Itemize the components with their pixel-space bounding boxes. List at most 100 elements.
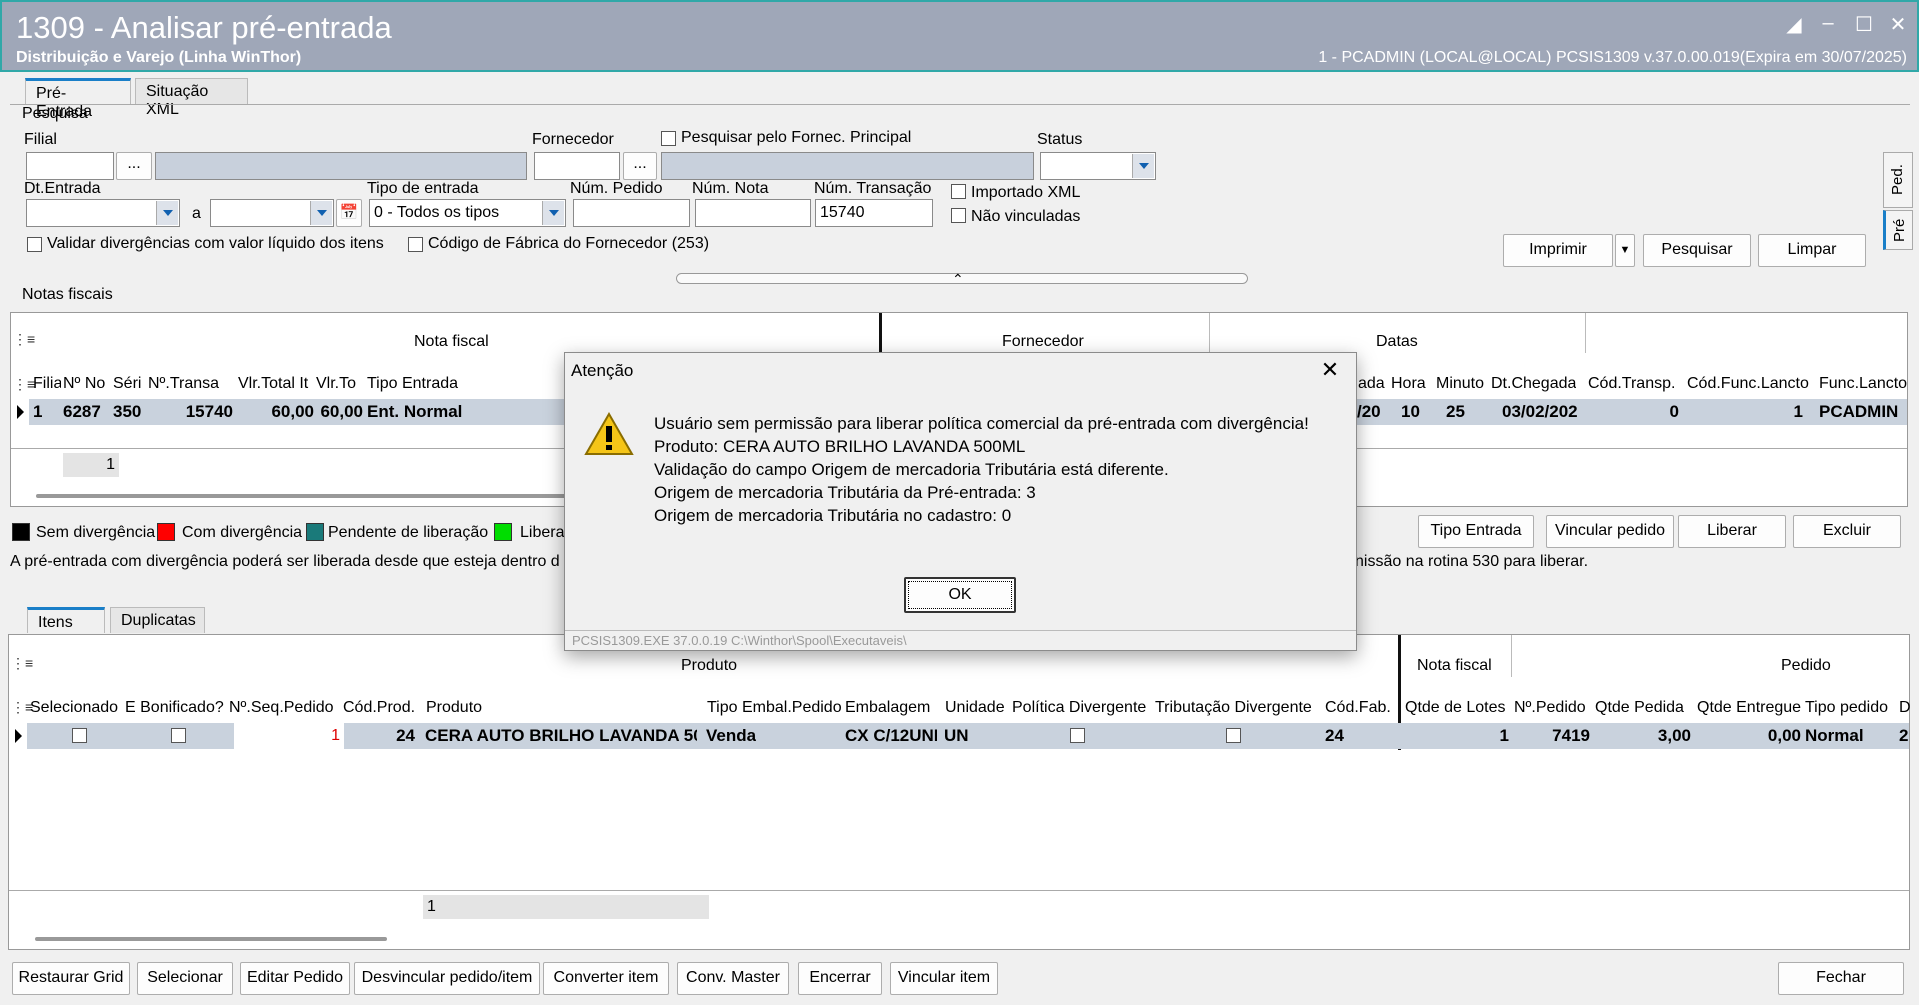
vincular-item-button[interactable]: Vincular item bbox=[890, 962, 998, 995]
col-header[interactable]: Cód.Func.Lancto bbox=[1687, 375, 1809, 393]
limpar-button[interactable]: Limpar bbox=[1758, 234, 1866, 267]
col-header[interactable]: Dt.Chegada bbox=[1491, 375, 1576, 393]
col-header[interactable]: Cód.Transp. bbox=[1588, 375, 1675, 393]
col-header[interactable]: ada bbox=[1358, 375, 1385, 393]
col-header[interactable]: Cód.Prod. bbox=[343, 699, 415, 717]
num-nota-input[interactable] bbox=[695, 199, 811, 227]
imprimir-button[interactable]: Imprimir bbox=[1503, 234, 1613, 267]
info-text: A pré-entrada com divergência poderá ser… bbox=[10, 553, 560, 570]
codigo-fabrica-label: Código de Fábrica do Fornecedor (253) bbox=[428, 235, 710, 252]
tab-duplicatas[interactable]: Duplicatas bbox=[110, 607, 205, 633]
col-header[interactable]: Produto bbox=[426, 699, 482, 717]
col-header[interactable]: Nº.Seq.Pedido bbox=[229, 699, 334, 717]
minimize-icon[interactable]: – bbox=[1814, 12, 1842, 35]
col-header[interactable]: E Bonificado? bbox=[125, 699, 224, 717]
col-header[interactable]: Tipo Embal.Pedido bbox=[707, 699, 842, 717]
chevron-up-icon[interactable]: ⌃ bbox=[952, 271, 964, 288]
band-fornecedor: Fornecedor bbox=[1002, 333, 1084, 350]
horizontal-scrollbar[interactable] bbox=[35, 937, 387, 941]
grid-menu-icon[interactable]: ⋮≡ bbox=[11, 655, 33, 672]
nao-vinculadas-checkbox[interactable] bbox=[951, 208, 966, 223]
bonificado-checkbox[interactable] bbox=[171, 728, 186, 743]
col-header[interactable]: Qtde Entregue bbox=[1697, 699, 1801, 717]
col-header[interactable]: Unidade bbox=[945, 699, 1005, 717]
num-pedido-input[interactable] bbox=[573, 199, 690, 227]
fechar-button[interactable]: Fechar bbox=[1778, 962, 1904, 995]
pesquisar-button[interactable]: Pesquisar bbox=[1643, 234, 1751, 267]
num-transacao-input[interactable]: 15740 bbox=[815, 199, 933, 227]
side-tab-pre[interactable]: Pré bbox=[1883, 210, 1913, 250]
tipo-entrada-button[interactable]: Tipo Entrada bbox=[1418, 515, 1534, 548]
grid-menu-icon[interactable]: ⋮≡ bbox=[13, 331, 35, 348]
pesq-fornec-principal-label: Pesquisar pelo Fornec. Principal bbox=[681, 129, 912, 146]
col-header[interactable]: Tipo pedido bbox=[1805, 699, 1888, 717]
col-header[interactable]: D bbox=[1899, 699, 1911, 717]
converter-item-button[interactable]: Converter item bbox=[543, 962, 669, 995]
close-icon[interactable]: ✕ bbox=[1884, 12, 1912, 37]
editar-pedido-button[interactable]: Editar Pedido bbox=[240, 962, 350, 995]
excluir-button[interactable]: Excluir bbox=[1793, 515, 1901, 548]
band-produto: Produto bbox=[681, 657, 738, 674]
col-header[interactable]: Tipo Entrada bbox=[367, 375, 487, 393]
window-title: 1309 - Analisar pré-entrada bbox=[16, 10, 392, 45]
col-header[interactable]: Nº No bbox=[63, 375, 107, 393]
alert-dialog: Atenção ✕ Usuário sem permissão para lib… bbox=[564, 352, 1357, 651]
grid-menu-icon[interactable]: ⋮≡ bbox=[13, 376, 35, 393]
band-divider bbox=[1511, 635, 1512, 677]
conv-master-button[interactable]: Conv. Master bbox=[677, 962, 789, 995]
col-header[interactable]: Minuto bbox=[1436, 375, 1484, 393]
side-tab-ped[interactable]: Ped. bbox=[1883, 152, 1913, 208]
dt-entrada-to[interactable] bbox=[210, 199, 334, 227]
tributacao-divergente-checkbox[interactable] bbox=[1226, 728, 1241, 743]
legend-label: Pendente de liberação bbox=[328, 524, 489, 541]
col-header[interactable]: Vlr.To bbox=[316, 375, 364, 393]
maximize-icon[interactable]: ☐ bbox=[1850, 12, 1878, 37]
col-header[interactable]: Func.Lancto bbox=[1819, 375, 1907, 393]
fornecedor-lookup-button[interactable]: ... bbox=[623, 152, 657, 180]
fornecedor-label: Fornecedor bbox=[532, 131, 614, 148]
tab-itens-nf[interactable]: Itens NF bbox=[27, 607, 105, 649]
col-header[interactable]: Política Divergente bbox=[1012, 699, 1146, 717]
calendar-icon[interactable]: 📅 bbox=[336, 199, 362, 227]
items-grid[interactable]: ⋮≡ Produto Nota fiscal Pedido ⋮≡ Selecio… bbox=[8, 634, 1911, 950]
table-row[interactable]: 1 24 CERA AUTO BRILHO LAVANDA 500 Venda … bbox=[27, 723, 1909, 749]
liberar-button[interactable]: Liberar bbox=[1678, 515, 1786, 548]
selecionar-button[interactable]: Selecionar bbox=[137, 962, 233, 995]
restore-icon[interactable]: ◢ bbox=[1780, 12, 1808, 37]
codigo-fabrica-checkbox[interactable] bbox=[408, 237, 423, 252]
col-header[interactable]: Qtde de Lotes bbox=[1405, 699, 1506, 717]
filial-lookup-button[interactable]: ... bbox=[116, 152, 152, 180]
politica-divergente-checkbox[interactable] bbox=[1070, 728, 1085, 743]
dt-entrada-from[interactable] bbox=[26, 199, 180, 227]
col-header[interactable]: Qtde Pedida bbox=[1595, 699, 1684, 717]
imprimir-dropdown-icon[interactable]: ▼ bbox=[1615, 234, 1635, 267]
col-header[interactable]: Vlr.Total It bbox=[238, 375, 316, 393]
tab-pre-entrada[interactable]: Pré-Entrada bbox=[25, 78, 131, 120]
selecionado-checkbox[interactable] bbox=[72, 728, 87, 743]
col-header[interactable]: Tributação Divergente bbox=[1155, 699, 1312, 717]
status-select[interactable] bbox=[1040, 152, 1156, 180]
col-header[interactable]: Hora bbox=[1391, 375, 1426, 393]
cell-num-transacao: 15740 bbox=[185, 402, 233, 421]
close-icon[interactable]: ✕ bbox=[1315, 357, 1345, 383]
col-header[interactable]: Selecionado bbox=[30, 699, 118, 717]
col-header[interactable]: Nº.Pedido bbox=[1514, 699, 1586, 717]
cell-qtde-lotes: 1 bbox=[1499, 726, 1509, 745]
tab-situacao-xml[interactable]: Situação XML bbox=[135, 78, 248, 118]
col-header[interactable]: Cód.Fab. bbox=[1325, 699, 1391, 717]
pesq-fornec-principal-checkbox[interactable] bbox=[661, 131, 676, 146]
col-header[interactable]: Filia bbox=[33, 375, 61, 393]
fornecedor-input[interactable] bbox=[534, 152, 620, 180]
validar-divergencias-checkbox[interactable] bbox=[27, 237, 42, 252]
col-header[interactable]: Embalagem bbox=[845, 699, 930, 717]
ok-button[interactable]: OK bbox=[904, 577, 1016, 613]
tipo-entrada-select[interactable]: 0 - Todos os tipos bbox=[369, 199, 566, 227]
col-header[interactable]: Nº.Transa bbox=[148, 375, 234, 393]
filial-input[interactable] bbox=[26, 152, 114, 180]
col-header[interactable]: Séri bbox=[113, 375, 143, 393]
desvincular-pedido-item-button[interactable]: Desvincular pedido/item bbox=[354, 962, 540, 995]
importado-xml-checkbox[interactable] bbox=[951, 184, 966, 199]
restaurar-grid-button[interactable]: Restaurar Grid bbox=[12, 962, 130, 995]
encerrar-button[interactable]: Encerrar bbox=[798, 962, 882, 995]
vincular-pedido-button[interactable]: Vincular pedido bbox=[1546, 515, 1674, 548]
